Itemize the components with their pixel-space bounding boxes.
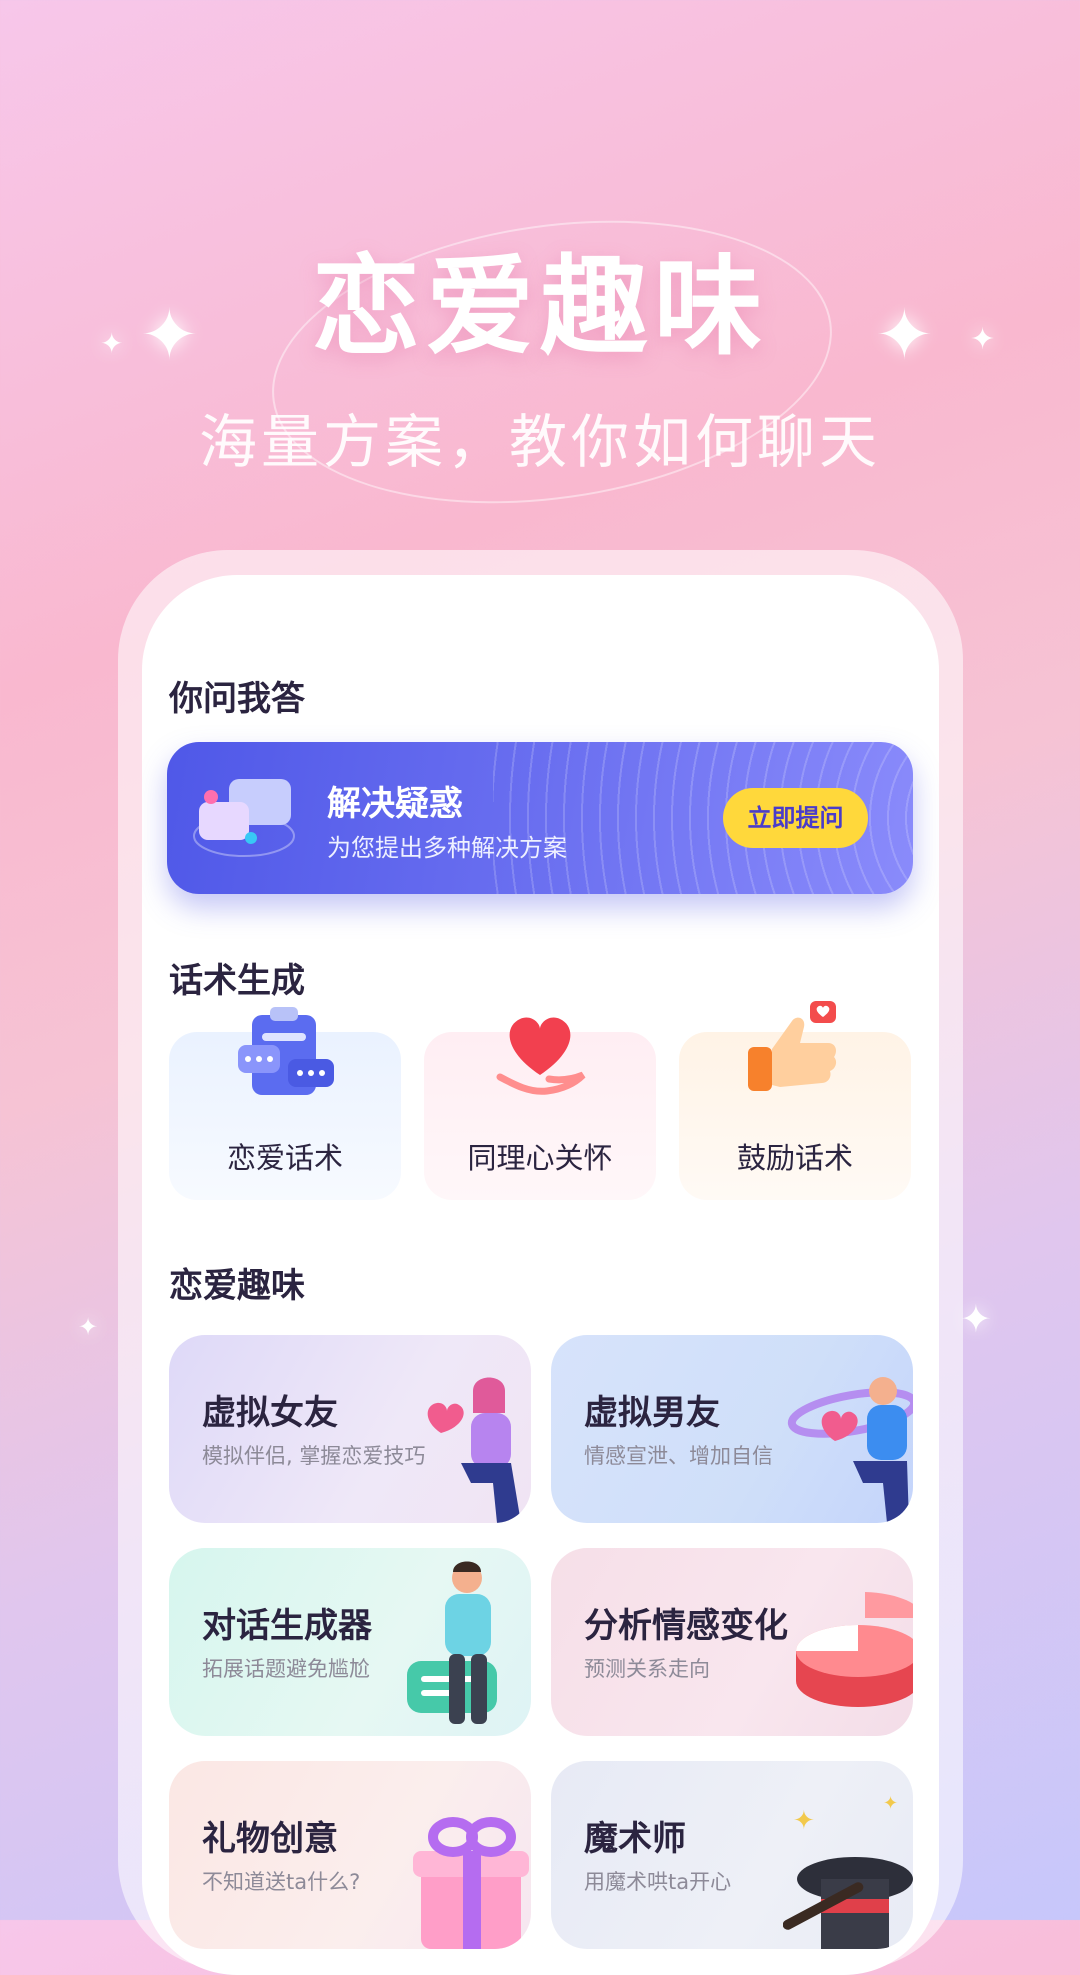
chat-bubbles-icon xyxy=(193,779,295,857)
script-card-label: 同理心关怀 xyxy=(467,1141,613,1175)
hero-title: 恋爱趣味 xyxy=(311,245,768,370)
fun-card-dialogue-generator[interactable]: 对话生成器 拓展话题避免尴尬 xyxy=(169,1548,531,1736)
script-card-label: 鼓励话术 xyxy=(736,1141,853,1175)
script-card-love[interactable]: 恋爱话术 xyxy=(169,1007,401,1200)
fun-card-magician[interactable]: 魔术师 用魔术哄ta开心 ✦ ✦ xyxy=(551,1761,913,1949)
fun-card-emotion-analysis[interactable]: 分析情感变化 预测关系走向 xyxy=(551,1548,913,1736)
section-title-scripts: 话术生成 xyxy=(169,961,305,1001)
pie-chart-icon xyxy=(796,1592,913,1707)
hero-subtitle: 海量方案，教你如何聊天 xyxy=(198,408,881,476)
fun-card-title: 虚拟女友 xyxy=(202,1393,338,1433)
script-card-empathy[interactable]: 同理心关怀 xyxy=(424,1017,656,1200)
banner-subtitle: 为您提出多种解决方案 xyxy=(327,834,567,862)
fun-card-subtitle: 用魔术哄ta开心 xyxy=(584,1870,732,1894)
magic-hat-icon: ✦ ✦ xyxy=(783,1793,913,1949)
script-card-encourage[interactable]: 鼓励话术 xyxy=(679,1001,911,1200)
section-title-fun: 恋爱趣味 xyxy=(169,1266,305,1306)
fun-card-virtual-boyfriend[interactable]: 虚拟男友 情感宣泄、增加自信 xyxy=(551,1335,913,1523)
fun-card-title: 虚拟男友 xyxy=(584,1393,720,1433)
man-with-chat-bubble-icon xyxy=(407,1561,497,1724)
script-card-label: 恋爱话术 xyxy=(226,1141,343,1175)
fun-card-subtitle: 不知道送ta什么? xyxy=(202,1870,361,1894)
fun-card-title: 礼物创意 xyxy=(202,1819,338,1859)
girl-holding-heart-icon xyxy=(427,1377,521,1523)
fun-card-subtitle: 预测关系走向 xyxy=(584,1657,710,1681)
gift-box-icon xyxy=(413,1817,529,1949)
sparkle-icon: ✦ xyxy=(78,1313,99,1341)
clipboard-chat-icon xyxy=(238,1007,334,1095)
banner-title: 解决疑惑 xyxy=(327,784,463,824)
ask-now-button[interactable]: 立即提问 xyxy=(723,788,868,848)
sparkle-icon: ✦ xyxy=(960,1297,992,1341)
svg-text:✦: ✦ xyxy=(883,1793,898,1814)
fun-card-subtitle: 拓展话题避免尴尬 xyxy=(202,1657,370,1681)
fun-card-title: 分析情感变化 xyxy=(584,1606,788,1646)
qa-banner[interactable]: 解决疑惑 为您提出多种解决方案 立即提问 xyxy=(167,742,913,894)
fun-card-title: 对话生成器 xyxy=(202,1606,372,1646)
fun-card-title: 魔术师 xyxy=(584,1819,686,1859)
thumbs-up-icon xyxy=(748,1001,837,1091)
heart-in-hand-icon xyxy=(496,1017,586,1095)
section-title-qa: 你问我答 xyxy=(169,679,305,719)
fun-card-virtual-girlfriend[interactable]: 虚拟女友 模拟伴侣, 掌握恋爱技巧 xyxy=(169,1335,531,1523)
phone-screen: 你问我答 解决疑惑 为您提出多种解决方案 立即提问 话术生成 恋爱话术 同理心关… xyxy=(142,575,939,1975)
fun-card-gift-ideas[interactable]: 礼物创意 不知道送ta什么? xyxy=(169,1761,531,1949)
boy-holding-heart-icon xyxy=(787,1377,913,1523)
fun-card-subtitle: 模拟伴侣, 掌握恋爱技巧 xyxy=(202,1444,426,1468)
svg-text:✦: ✦ xyxy=(793,1806,815,1836)
fun-card-subtitle: 情感宣泄、增加自信 xyxy=(584,1444,773,1468)
